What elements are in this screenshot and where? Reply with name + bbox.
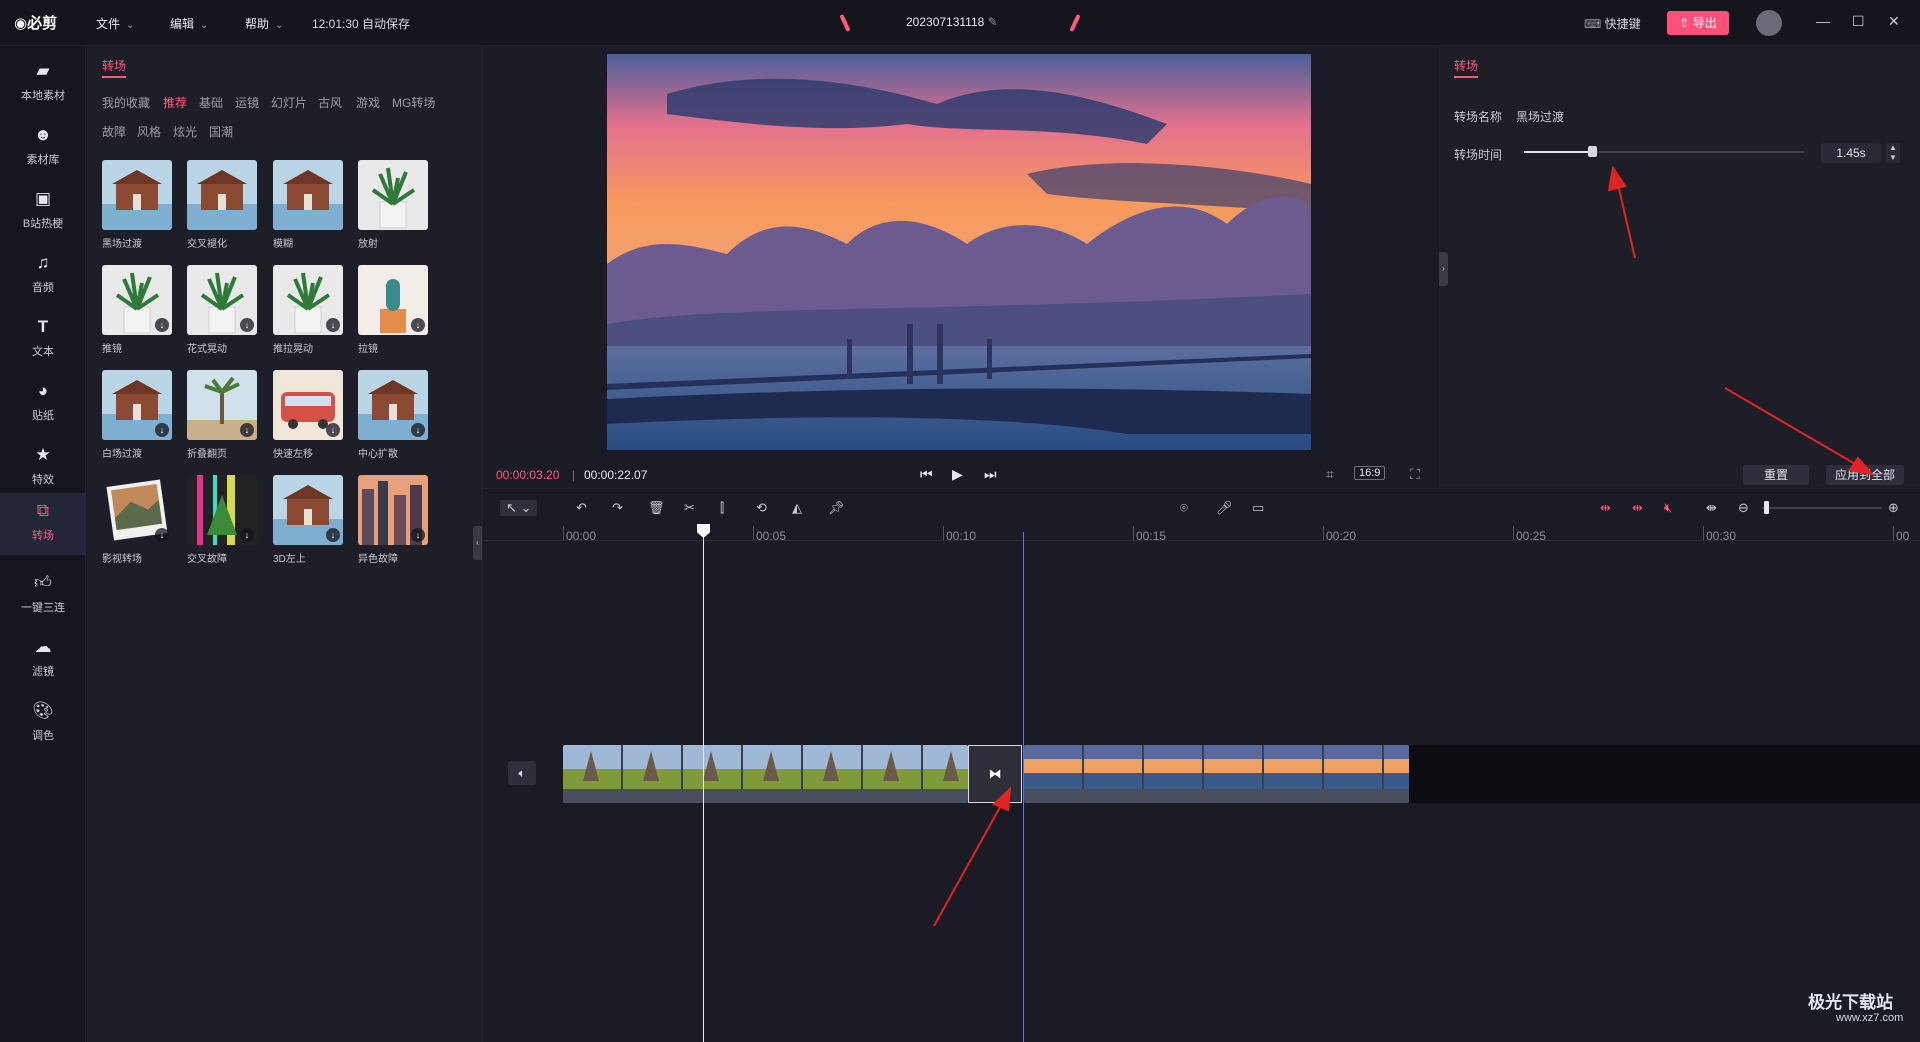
- arrowhead-transition: [992, 786, 1012, 812]
- watermark-url: www.xz7.com: [1836, 1012, 1904, 1024]
- arrow-to-slider: [1616, 179, 1636, 259]
- arrow-to-transition: [933, 799, 1005, 927]
- watermark-title: 极光下载站: [1808, 993, 1893, 1012]
- arrowhead-apply: [1848, 456, 1875, 476]
- arrow-to-apply-all: [1724, 387, 1863, 469]
- arrowhead-slider: [1607, 165, 1627, 192]
- annotation-arrows: [933, 165, 1875, 927]
